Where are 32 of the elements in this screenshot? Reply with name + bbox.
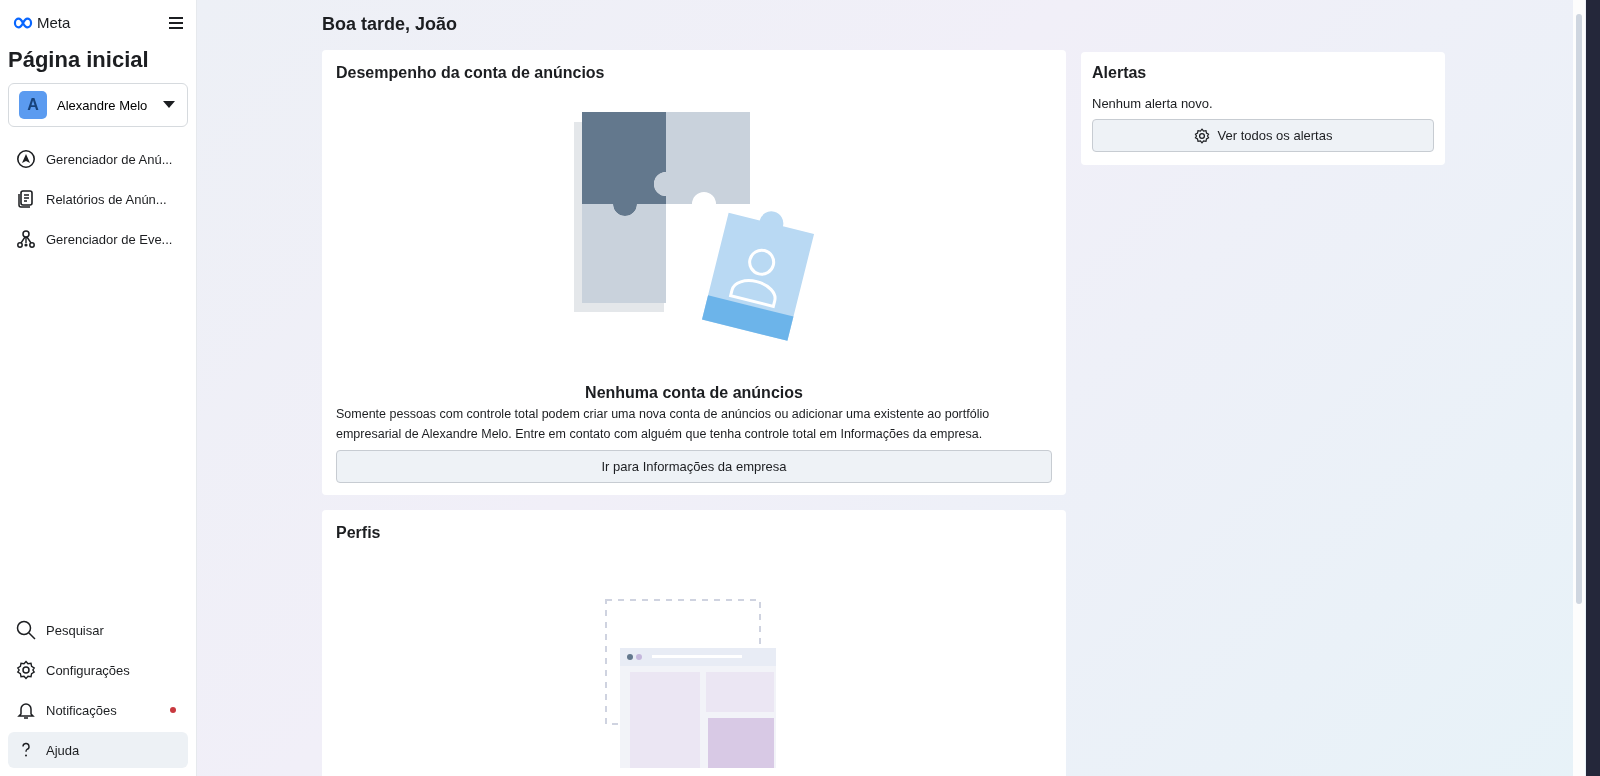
compass-icon [16,149,36,169]
bell-icon [16,700,36,720]
sidebar-item[interactable]: Gerenciador de Anú... [8,141,188,177]
account-selector[interactable]: A Alexandre Melo [8,83,188,127]
caret-icon [163,101,175,109]
sidebar-item[interactable]: Pesquisar [8,612,188,648]
sidebar-item[interactable]: Notificações [8,692,188,728]
card-title: Alertas [1092,64,1148,82]
infinity-logo-icon [12,16,34,29]
menu-icon[interactable] [168,15,184,30]
meta-logo[interactable]: Meta [12,14,71,31]
settings-icon [16,660,36,680]
logo-text: Meta [37,14,71,31]
alerts-text: Nenhum alerta novo. [1092,96,1214,111]
sidebar-item[interactable]: Gerenciador de Eve... [8,221,188,257]
view-alerts-button[interactable]: Ver todos os alertas [1092,119,1434,152]
card-title: Perfis [336,524,382,542]
empty-state-title: Nenhuma conta de anúncios [584,384,804,402]
account-avatar: A [19,91,47,119]
page-title: Página inicial [8,47,150,73]
card-title: Desempenho da conta de anúncios [336,64,606,82]
sidebar-item[interactable]: Configurações [8,652,188,688]
sidebar-item[interactable]: Relatórios de Anún... [8,181,188,217]
greeting: Boa tarde, João [322,14,459,35]
scrollbar[interactable] [1573,0,1585,776]
business-info-button[interactable]: Ir para Informações da empresa [336,450,1052,483]
empty-state-text: Somente pessoas com controle total podem criar uma nova conta de anúncios ou adicionar uma existente ao portfólio empresarial de Alexandre Melo. Entre em contato com alguém que tenha controle total em Informações da empresa. [336,406,991,443]
settings-icon [1193,127,1210,144]
report-icon [16,189,36,209]
sidebar-item[interactable]: Ajuda [8,732,188,768]
network-icon [16,229,36,249]
search-icon [16,620,36,640]
